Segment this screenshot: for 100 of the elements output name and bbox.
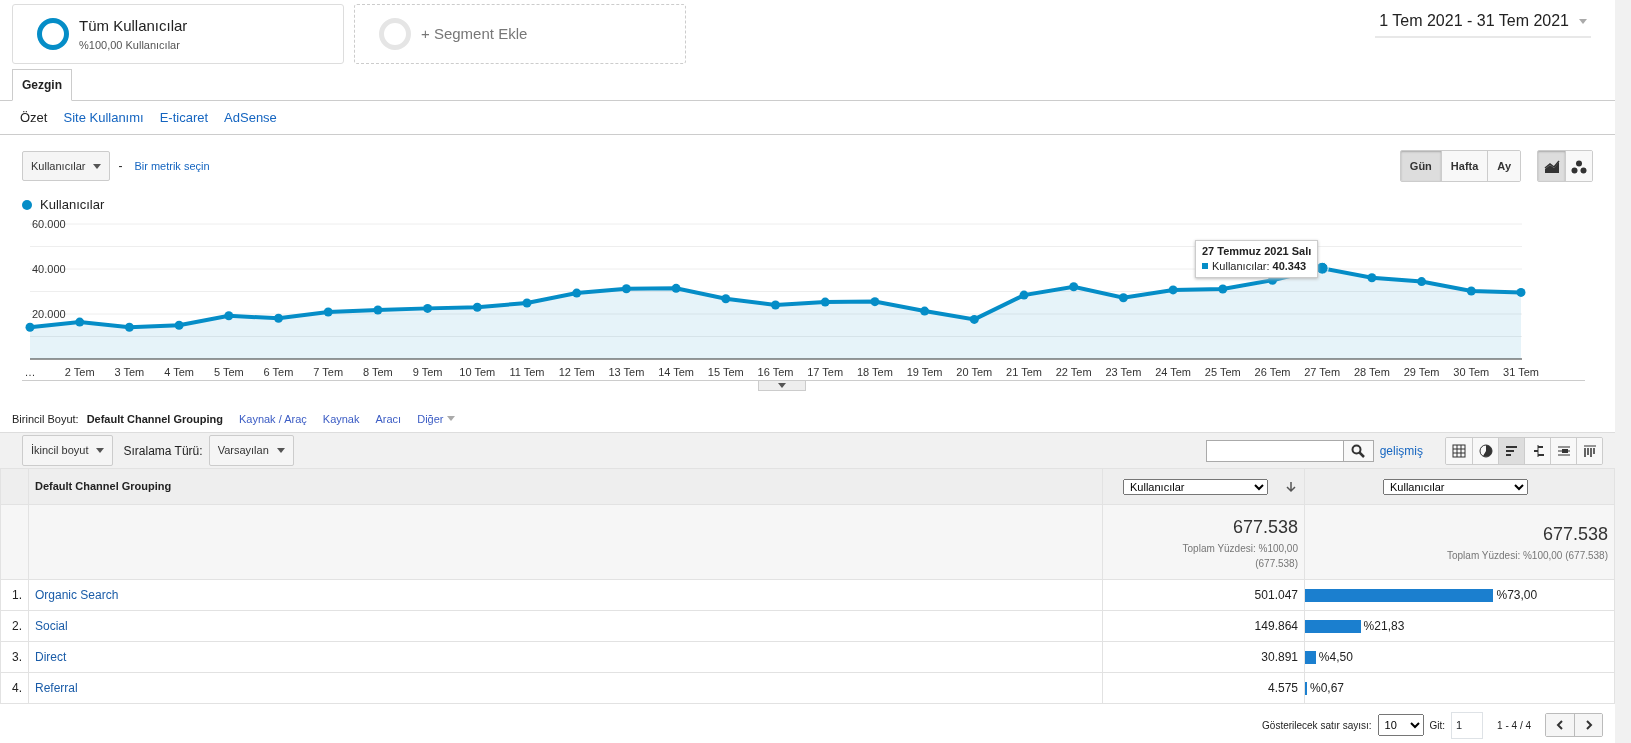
channel-link[interactable]: Social (35, 619, 68, 633)
dimension-link[interactable]: Kaynak (322, 411, 360, 428)
share-percent: %4,50 (1318, 649, 1353, 666)
bubble-chart-button[interactable] (1565, 151, 1592, 181)
advanced-link[interactable]: gelişmiş (1379, 441, 1423, 460)
subtab-link[interactable]: E-ticaret (159, 107, 209, 128)
view-button[interactable] (1472, 437, 1498, 464)
line-chart-button[interactable] (1538, 151, 1565, 181)
view-button[interactable] (1550, 437, 1576, 464)
x-tick-label: 8 Tem (363, 366, 393, 378)
sort-dropdown[interactable]: Varsayılan (208, 435, 294, 466)
data-point (820, 297, 830, 307)
data-point (423, 303, 433, 313)
data-point (1466, 286, 1476, 296)
x-tick-label: 18 Tem (856, 366, 893, 378)
data-point (224, 311, 234, 321)
pivot-icon (1556, 443, 1571, 458)
caret-icon (96, 448, 105, 453)
subtab-link[interactable]: AdSense (224, 107, 277, 128)
column-header: Default Channel Grouping (28, 468, 1103, 505)
dropdown-label: Varsayılan (217, 443, 269, 459)
separator-dash: - (118, 158, 123, 175)
chevron-left-icon (1556, 720, 1564, 731)
dimension-link[interactable]: Default Channel Grouping (86, 411, 223, 428)
goto-field[interactable]: 1 (1451, 712, 1484, 739)
x-tick-label: 21 Tem (1006, 366, 1042, 378)
dimension-link[interactable]: Kaynak / Araç (238, 411, 307, 428)
interval-button[interactable]: Hafta (1440, 151, 1488, 181)
data-point (1168, 285, 1178, 295)
dimension-link[interactable]: Aracı (375, 411, 402, 428)
chart-scroll-handle[interactable] (758, 381, 806, 391)
legend-label: Kullanıcılar (40, 196, 105, 215)
x-tick-label: 5 Tem (213, 366, 244, 378)
interval-button[interactable]: Ay (1487, 151, 1520, 181)
data-point (1118, 293, 1128, 303)
metric-dropdown[interactable]: Kullanıcılar (22, 150, 111, 182)
channel-link[interactable]: Referral (35, 681, 78, 695)
x-tick-label: 17 Tem (807, 366, 844, 378)
row-index: 2. (0, 610, 29, 642)
date-range-picker[interactable]: 1 Tem 2021 - 31 Tem 2021 (1375, 7, 1591, 38)
x-tick-label: … (24, 366, 36, 378)
data-point (572, 288, 582, 298)
bar-list-icon (1504, 443, 1519, 458)
data-point (274, 313, 283, 323)
tooltip-title: 27 Temmuz 2021 Salı (1202, 244, 1312, 259)
x-tick-label: 4 Tem (164, 366, 194, 378)
data-point (1069, 282, 1079, 292)
data-point (771, 300, 780, 310)
x-tick-label: 9 Tem (412, 366, 443, 378)
x-tick-label: 25 Tem (1204, 366, 1241, 378)
users-cell: 149.864 (1102, 610, 1305, 642)
data-point (621, 284, 631, 294)
dropdown-label: İkincil boyut (31, 443, 89, 459)
x-tick-label: 11 Tem (509, 366, 545, 378)
x-tick-label: 7 Tem (313, 366, 344, 378)
segment-title: + Segment Ekle (421, 23, 528, 44)
secondary-dimension-dropdown[interactable]: İkincil boyut (22, 435, 114, 466)
search-field[interactable] (1205, 439, 1374, 462)
view-button[interactable] (1576, 437, 1602, 464)
term-cloud-icon (1582, 443, 1597, 458)
dimension-label: Birincil Boyut: (12, 412, 79, 428)
previous-page-button[interactable] (1546, 714, 1574, 737)
caret-icon (1579, 18, 1587, 24)
x-tick-label: 26 Tem (1254, 366, 1291, 378)
view-button[interactable] (1498, 437, 1524, 464)
y-tick-label: 20.000 (32, 308, 66, 320)
bubble-chart-icon (1571, 159, 1587, 174)
x-tick-label: 19 Tem (906, 366, 943, 378)
next-page-button[interactable] (1574, 714, 1602, 737)
chevron-right-icon (1584, 720, 1593, 731)
dropdown-label: Kullanıcılar (31, 158, 86, 174)
metric-select[interactable]: Kullanıcılar (1383, 478, 1528, 495)
data-point (870, 297, 880, 307)
caret-icon (447, 416, 456, 422)
users-cell: 501.047 (1102, 579, 1305, 611)
x-tick-label: 13 Tem (608, 366, 645, 378)
data-point (969, 314, 979, 324)
data-point (1019, 290, 1029, 300)
segment-title: Tüm Kullanıcılar (79, 15, 188, 36)
row-index: 4. (0, 672, 29, 704)
y-tick-label: 40.000 (32, 263, 66, 275)
metric-select[interactable]: Kullanıcılar (1123, 478, 1268, 495)
view-button[interactable] (1446, 437, 1472, 464)
add-segment-card[interactable]: + Segment Ekle (354, 4, 686, 64)
channel-link[interactable]: Organic Search (35, 588, 119, 602)
channel-link[interactable]: Direct (35, 650, 67, 664)
compare-metric-link[interactable]: Bir metrik seçin (134, 157, 210, 175)
rows-select[interactable]: 10 (1377, 714, 1424, 737)
subtab-link[interactable]: Özet (20, 107, 48, 128)
interval-button[interactable]: Gün (1400, 151, 1441, 181)
x-tick-label: 31 Tem (1503, 366, 1539, 378)
users-cell: 30.891 (1102, 641, 1305, 673)
date-range: 1 Tem 2021 - 31 Tem 2021 (1379, 11, 1569, 31)
view-button[interactable] (1524, 437, 1550, 464)
y-tick-label: 60.000 (32, 218, 66, 230)
tab[interactable]: Gezgin (12, 69, 72, 101)
subtab-link[interactable]: Site Kullanımı (63, 107, 144, 128)
search-button[interactable] (1342, 440, 1373, 461)
x-tick-label: 15 Tem (707, 366, 744, 378)
more-dimensions-menu[interactable]: Diğer (417, 411, 456, 428)
